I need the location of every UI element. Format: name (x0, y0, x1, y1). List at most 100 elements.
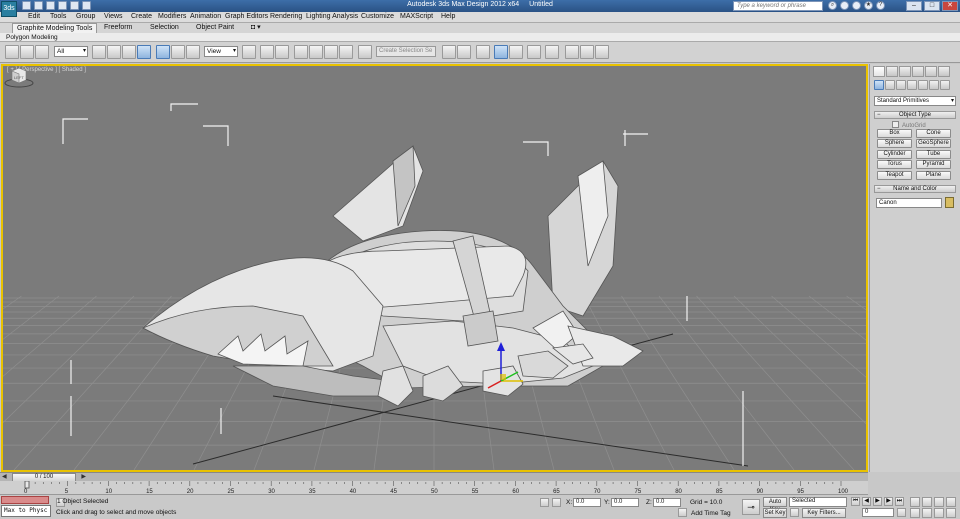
box-button[interactable]: Box (877, 129, 912, 138)
select-and-rotate-icon[interactable] (171, 45, 185, 59)
time-tag-icon[interactable] (678, 508, 687, 517)
search-icon[interactable]: ⌕ (828, 1, 837, 10)
viewcube-icon[interactable]: LEFT (3, 66, 35, 88)
polygon-modeling-panel-label[interactable]: Polygon Modeling (6, 33, 58, 42)
bind-space-warp-icon[interactable] (35, 45, 49, 59)
app-logo-icon[interactable]: 3ds (1, 1, 17, 17)
current-frame-input[interactable]: 0 (862, 508, 894, 517)
teapot-button[interactable]: Teapot (877, 171, 912, 180)
edit-named-selection-icon[interactable] (358, 45, 372, 59)
tab-selection[interactable]: Selection (146, 23, 183, 33)
select-object-icon[interactable] (92, 45, 106, 59)
geometry-icon[interactable] (874, 80, 884, 90)
cone-button[interactable]: Cone (916, 129, 951, 138)
key-mode-icon[interactable] (790, 508, 799, 517)
angle-snap-icon[interactable] (309, 45, 323, 59)
cylinder-button[interactable]: Cylinder (877, 150, 912, 159)
display-tab-icon[interactable] (925, 66, 937, 77)
systems-icon[interactable] (940, 80, 950, 90)
geosphere-button[interactable]: GeoSphere (916, 139, 951, 148)
motion-tab-icon[interactable] (912, 66, 924, 77)
graphite-toggle-icon[interactable] (494, 45, 508, 59)
reference-coordinate-dropdown[interactable]: View (204, 46, 238, 57)
track-bar[interactable]: 0 5 10 15 20 25 30 35 40 45 50 55 60 65 70 75 80 85 90 95 10… (0, 481, 868, 495)
rendered-frame-window-icon[interactable] (580, 45, 594, 59)
menu-lighting-analysis[interactable]: Lighting Analysis (306, 13, 358, 20)
select-and-move-icon[interactable] (156, 45, 170, 59)
menu-graph-editors[interactable]: Graph Editors (225, 13, 268, 20)
canon-shark-model[interactable] (142, 145, 644, 407)
menu-animation[interactable]: Animation (190, 13, 221, 20)
perspective-viewport[interactable]: [ + ] [ Perspective ] [ Shaded ] LEFT (1, 64, 868, 472)
autogrid-checkbox[interactable]: AutoGrid (892, 121, 926, 129)
time-slider[interactable]: 0 / 100 (0, 472, 868, 482)
primitive-type-dropdown[interactable]: Standard Primitives (874, 96, 956, 106)
pyramid-button[interactable]: Pyramid (916, 160, 951, 169)
create-tab-icon[interactable] (873, 66, 885, 77)
cameras-icon[interactable] (907, 80, 917, 90)
menu-customize[interactable]: Customize (361, 13, 394, 20)
maximize-icon[interactable]: □ (924, 1, 940, 11)
favorites-star-icon[interactable]: ★ (864, 1, 873, 10)
communication-center-icon[interactable] (852, 1, 861, 10)
go-to-start-icon[interactable]: ⏮ (851, 497, 860, 506)
menu-edit[interactable]: Edit (28, 13, 40, 20)
object-color-swatch[interactable] (945, 197, 954, 208)
select-by-name-icon[interactable] (107, 45, 121, 59)
space-warps-icon[interactable] (929, 80, 939, 90)
unlink-icon[interactable] (20, 45, 34, 59)
tab-freeform[interactable]: Freeform (100, 23, 136, 33)
object-type-rollout[interactable]: Object Type (874, 111, 956, 119)
zoom-icon[interactable] (910, 497, 920, 507)
render-production-icon[interactable] (595, 45, 609, 59)
maxscript-mini-listener[interactable]: Max to Physc (1, 505, 51, 517)
shapes-icon[interactable] (885, 80, 895, 90)
menu-views[interactable]: Views (104, 13, 123, 20)
x-coordinate-input[interactable]: 0.0 (573, 498, 601, 507)
key-icon[interactable]: ⊸ (742, 499, 760, 515)
absolute-mode-icon[interactable] (552, 498, 561, 507)
zoom-extents-icon[interactable] (934, 497, 944, 507)
menu-modifiers[interactable]: Modifiers (158, 13, 186, 20)
menu-tools[interactable]: Tools (50, 13, 66, 20)
subscription-icon[interactable] (840, 1, 849, 10)
minimize-icon[interactable]: – (906, 1, 922, 11)
go-to-end-icon[interactable]: ⏭ (895, 497, 904, 506)
material-editor-icon[interactable] (545, 45, 559, 59)
utilities-tab-icon[interactable] (938, 66, 950, 77)
pan-view-icon[interactable] (922, 508, 932, 518)
tab-object-paint[interactable]: Object Paint (192, 23, 238, 33)
help-search-input[interactable]: Type a keyword or phrase (733, 1, 823, 11)
align-icon[interactable] (457, 45, 471, 59)
auto-key-button[interactable]: Auto Key (763, 497, 787, 513)
close-icon[interactable]: ✕ (942, 1, 958, 11)
layer-manager-icon[interactable] (476, 45, 490, 59)
lock-selection-icon[interactable] (540, 498, 549, 507)
modify-tab-icon[interactable] (886, 66, 898, 77)
z-coordinate-input[interactable]: 0.0 (653, 498, 681, 507)
plane-button[interactable]: Plane (916, 171, 951, 180)
mirror-icon[interactable] (442, 45, 456, 59)
menu-rendering[interactable]: Rendering (270, 13, 302, 20)
play-icon[interactable]: ▶ (873, 497, 882, 506)
maxscript-listener-bar[interactable] (1, 496, 49, 504)
object-name-input[interactable]: Canon (876, 198, 942, 208)
tube-button[interactable]: Tube (916, 150, 951, 159)
next-frame-icon[interactable]: ▶ (884, 497, 893, 506)
field-of-view-icon[interactable] (910, 508, 920, 518)
keyboard-shortcut-override-icon[interactable] (275, 45, 289, 59)
menu-help[interactable]: Help (441, 13, 455, 20)
lights-icon[interactable] (896, 80, 906, 90)
maximize-viewport-icon[interactable] (946, 508, 956, 518)
zoom-all-icon[interactable] (922, 497, 932, 507)
current-frame-marker[interactable] (24, 481, 30, 489)
schematic-view-icon[interactable] (527, 45, 541, 59)
snaps-toggle-icon[interactable] (294, 45, 308, 59)
rectangular-selection-icon[interactable] (122, 45, 136, 59)
hierarchy-tab-icon[interactable] (899, 66, 911, 77)
menu-maxscript[interactable]: MAXScript (400, 13, 433, 20)
sphere-button[interactable]: Sphere (877, 139, 912, 148)
curve-editor-icon[interactable] (509, 45, 523, 59)
menu-group[interactable]: Group (76, 13, 95, 20)
add-time-tag-button[interactable]: Add Time Tag (691, 510, 731, 517)
